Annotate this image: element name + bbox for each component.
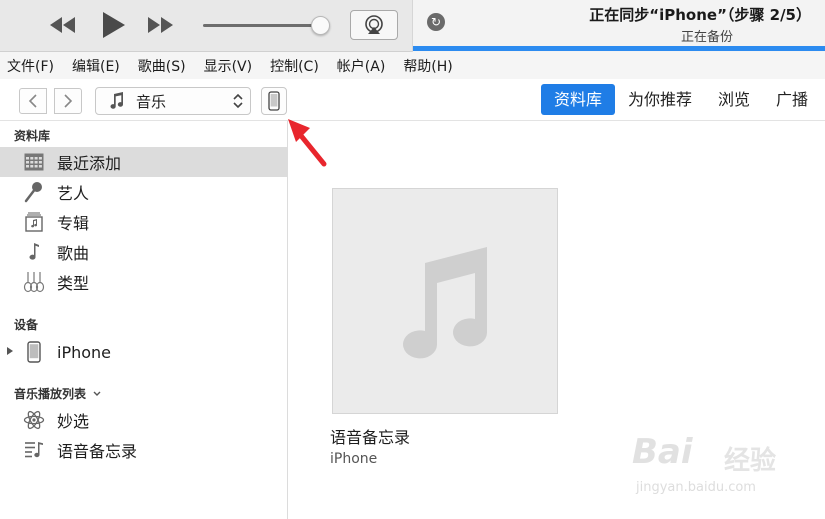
sync-icon[interactable]: ↻ bbox=[427, 13, 445, 31]
album-artwork[interactable] bbox=[332, 188, 558, 414]
menu-file[interactable]: 文件(F) bbox=[7, 56, 54, 76]
sync-title: 正在同步“iPhone”（步骤 2/5） bbox=[589, 6, 811, 24]
disclosure-triangle-icon[interactable] bbox=[7, 347, 13, 355]
sidebar-item-genius[interactable]: 妙选 bbox=[0, 405, 287, 435]
rewind-button[interactable] bbox=[44, 8, 80, 42]
grid-calendar-icon bbox=[23, 151, 45, 173]
chevron-updown-icon bbox=[233, 93, 243, 109]
rewind-icon bbox=[50, 17, 75, 33]
tab-for-you[interactable]: 为你推荐 bbox=[615, 84, 705, 115]
toolbar: 音乐 资料库 为你推荐 浏览 广播 bbox=[0, 79, 825, 121]
library-tabs: 资料库 为你推荐 浏览 广播 bbox=[541, 84, 821, 115]
player-bar: ↻ 正在同步“iPhone”（步骤 2/5） 正在备份 bbox=[0, 0, 825, 52]
microphone-icon bbox=[23, 181, 45, 203]
iphone-icon bbox=[268, 91, 280, 111]
baidu-watermark: Bai 经验 jingyan.baidu.com bbox=[632, 432, 822, 502]
menu-song[interactable]: 歌曲(S) bbox=[138, 56, 186, 76]
sidebar-item-label: 类型 bbox=[57, 274, 90, 293]
watermark-brand: Bai bbox=[632, 432, 693, 472]
music-note-icon bbox=[23, 241, 45, 263]
sync-status: 正在备份 bbox=[680, 30, 733, 45]
play-button[interactable] bbox=[96, 8, 130, 42]
sidebar-item-voice-memos[interactable]: 语音备忘录 bbox=[0, 435, 287, 465]
sidebar-item-label: 妙选 bbox=[57, 412, 90, 431]
menu-help[interactable]: 帮助(H) bbox=[403, 56, 452, 76]
device-button[interactable] bbox=[261, 87, 287, 115]
sidebar-item-label: 语音备忘录 bbox=[57, 442, 138, 461]
sidebar-item-artists[interactable]: 艺人 bbox=[0, 177, 287, 207]
playlist-icon bbox=[23, 439, 45, 461]
fast-forward-button[interactable] bbox=[143, 8, 179, 42]
volume-knob[interactable] bbox=[311, 16, 330, 35]
menu-account[interactable]: 帐户(A) bbox=[337, 56, 386, 76]
music-note-icon bbox=[110, 92, 123, 109]
tab-library[interactable]: 资料库 bbox=[541, 84, 616, 115]
menu-edit[interactable]: 编辑(E) bbox=[72, 56, 120, 76]
chevron-right-icon bbox=[64, 94, 73, 108]
menu-bar: 文件(F) 编辑(E) 歌曲(S) 显示(V) 控制(C) 帐户(A) 帮助(H… bbox=[0, 52, 825, 79]
menu-controls[interactable]: 控制(C) bbox=[270, 56, 319, 76]
playlists-section-header[interactable]: 音乐播放列表 bbox=[14, 385, 102, 402]
tab-radio[interactable]: 广播 bbox=[763, 84, 821, 115]
fast-forward-icon bbox=[148, 17, 173, 33]
sidebar: 资料库 最近添加 艺人 专辑 歌曲 类型 设备 iPhone 音乐播放列表 妙选… bbox=[0, 121, 288, 519]
atom-icon bbox=[23, 409, 45, 431]
sidebar-item-label: 歌曲 bbox=[57, 244, 90, 263]
media-kind-select[interactable]: 音乐 bbox=[95, 87, 251, 115]
album-icon bbox=[23, 211, 45, 233]
guitars-icon bbox=[23, 271, 45, 293]
sidebar-item-label: 专辑 bbox=[57, 214, 90, 233]
sidebar-item-iphone[interactable]: iPhone bbox=[0, 337, 287, 367]
music-note-icon bbox=[403, 247, 487, 359]
playlists-header-label: 音乐播放列表 bbox=[14, 387, 87, 401]
sidebar-item-label: 最近添加 bbox=[57, 154, 122, 173]
sidebar-item-songs[interactable]: 歌曲 bbox=[0, 237, 287, 267]
volume-slider[interactable] bbox=[203, 24, 323, 27]
play-icon bbox=[103, 12, 125, 38]
sidebar-item-albums[interactable]: 专辑 bbox=[0, 207, 287, 237]
media-kind-label: 音乐 bbox=[136, 92, 167, 111]
sidebar-item-label: iPhone bbox=[57, 342, 112, 362]
back-button[interactable] bbox=[19, 88, 47, 114]
sidebar-item-recently-added[interactable]: 最近添加 bbox=[0, 147, 287, 177]
watermark-url: jingyan.baidu.com bbox=[636, 480, 756, 495]
sidebar-item-genres[interactable]: 类型 bbox=[0, 267, 287, 297]
watermark-brand-cn: 经验 bbox=[724, 446, 777, 476]
sidebar-item-label: 艺人 bbox=[57, 184, 90, 203]
library-section-header: 资料库 bbox=[14, 129, 51, 143]
album-subtitle: iPhone bbox=[330, 451, 378, 467]
airplay-button[interactable] bbox=[350, 10, 398, 40]
red-arrow-icon bbox=[288, 119, 327, 167]
forward-button[interactable] bbox=[54, 88, 82, 114]
sync-progress-bar bbox=[413, 46, 825, 51]
menu-view[interactable]: 显示(V) bbox=[204, 56, 253, 76]
album-title[interactable]: 语音备忘录 bbox=[330, 424, 410, 448]
airplay-icon bbox=[365, 15, 383, 34]
tab-browse[interactable]: 浏览 bbox=[705, 84, 763, 115]
devices-section-header: 设备 bbox=[14, 318, 39, 332]
iphone-icon bbox=[23, 341, 45, 363]
chevron-down-icon bbox=[93, 391, 101, 396]
chevron-left-icon bbox=[28, 94, 37, 108]
